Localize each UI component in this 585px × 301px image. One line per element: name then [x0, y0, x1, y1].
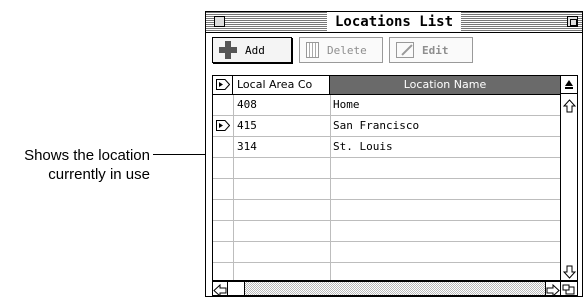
edit-button[interactable]: Edit: [389, 37, 473, 63]
column-header-area-code[interactable]: Local Area Co: [233, 76, 330, 94]
pencil-icon: [396, 42, 414, 58]
toolbar: Add Delete Edit: [206, 33, 582, 75]
location-name-cell: St. Louis: [333, 140, 393, 153]
location-name-cell: San Francisco: [333, 119, 420, 132]
table-row[interactable]: 415 San Francisco: [213, 116, 560, 137]
scroll-left-arrow-icon[interactable]: [213, 282, 228, 298]
location-name-cell: Home: [333, 98, 360, 111]
table-row[interactable]: [213, 179, 560, 200]
add-button-label: Add: [245, 43, 265, 57]
row-marker-cell[interactable]: [213, 263, 233, 280]
current-location-marker-icon: [216, 79, 230, 90]
locations-table: Local Area Co Location Name 408 Home 415 Sa…: [212, 75, 561, 281]
row-marker-cell[interactable]: [213, 158, 233, 178]
callout-line-2: currently in use: [48, 166, 150, 183]
area-code-cell: 408: [237, 98, 257, 111]
resize-grow-box[interactable]: [561, 281, 578, 296]
delete-button[interactable]: Delete: [299, 37, 383, 63]
callout-label: Shows the location currently in use: [8, 146, 150, 184]
column-header-location-name[interactable]: Location Name: [330, 76, 560, 94]
table-row[interactable]: [213, 242, 560, 263]
delete-button-label: Delete: [327, 43, 367, 57]
table-row[interactable]: 408 Home: [213, 95, 560, 116]
sort-order-button[interactable]: [561, 76, 577, 94]
scroll-right-arrow-icon[interactable]: [545, 282, 560, 298]
row-marker-cell[interactable]: [213, 179, 233, 199]
row-marker-cell[interactable]: [213, 137, 233, 157]
horizontal-scrollbar[interactable]: [212, 281, 561, 298]
marker-column-header[interactable]: [213, 76, 233, 94]
table-row[interactable]: 314 St. Louis: [213, 137, 560, 158]
vertical-scrollbar[interactable]: [561, 75, 578, 281]
locations-window: Locations List Add Delete Edit Local Are…: [205, 11, 583, 298]
table-row[interactable]: [213, 158, 560, 179]
close-box[interactable]: [214, 16, 225, 27]
title-bar[interactable]: Locations List: [206, 12, 582, 33]
window-title: Locations List: [326, 12, 462, 32]
row-marker-cell[interactable]: [213, 242, 233, 262]
table-header: Local Area Co Location Name: [213, 76, 560, 95]
row-marker-cell[interactable]: [213, 95, 233, 115]
row-marker-cell[interactable]: [213, 200, 233, 220]
zoom-box[interactable]: [567, 16, 578, 27]
trash-icon: [306, 42, 319, 58]
area-code-cell: 314: [237, 140, 257, 153]
scroll-down-arrow-icon[interactable]: [562, 264, 577, 279]
current-location-marker-icon: [216, 120, 230, 131]
table-row[interactable]: [213, 263, 560, 280]
table-body: 408 Home 415 San Francisco 314 St. Louis: [213, 95, 560, 280]
row-marker-cell[interactable]: [213, 221, 233, 241]
column-divider: [233, 95, 234, 280]
add-button[interactable]: Add: [212, 37, 292, 63]
scroll-up-arrow-icon[interactable]: [562, 98, 577, 113]
callout-line-1: Shows the location: [24, 147, 150, 164]
table-row[interactable]: [213, 221, 560, 242]
horizontal-scroll-thumb[interactable]: [228, 282, 245, 295]
plus-icon: [219, 41, 237, 59]
row-marker-cell[interactable]: [213, 116, 233, 136]
table-row[interactable]: [213, 200, 560, 221]
area-code-cell: 415: [237, 119, 257, 132]
column-divider: [330, 95, 331, 280]
edit-button-label: Edit: [422, 43, 449, 57]
